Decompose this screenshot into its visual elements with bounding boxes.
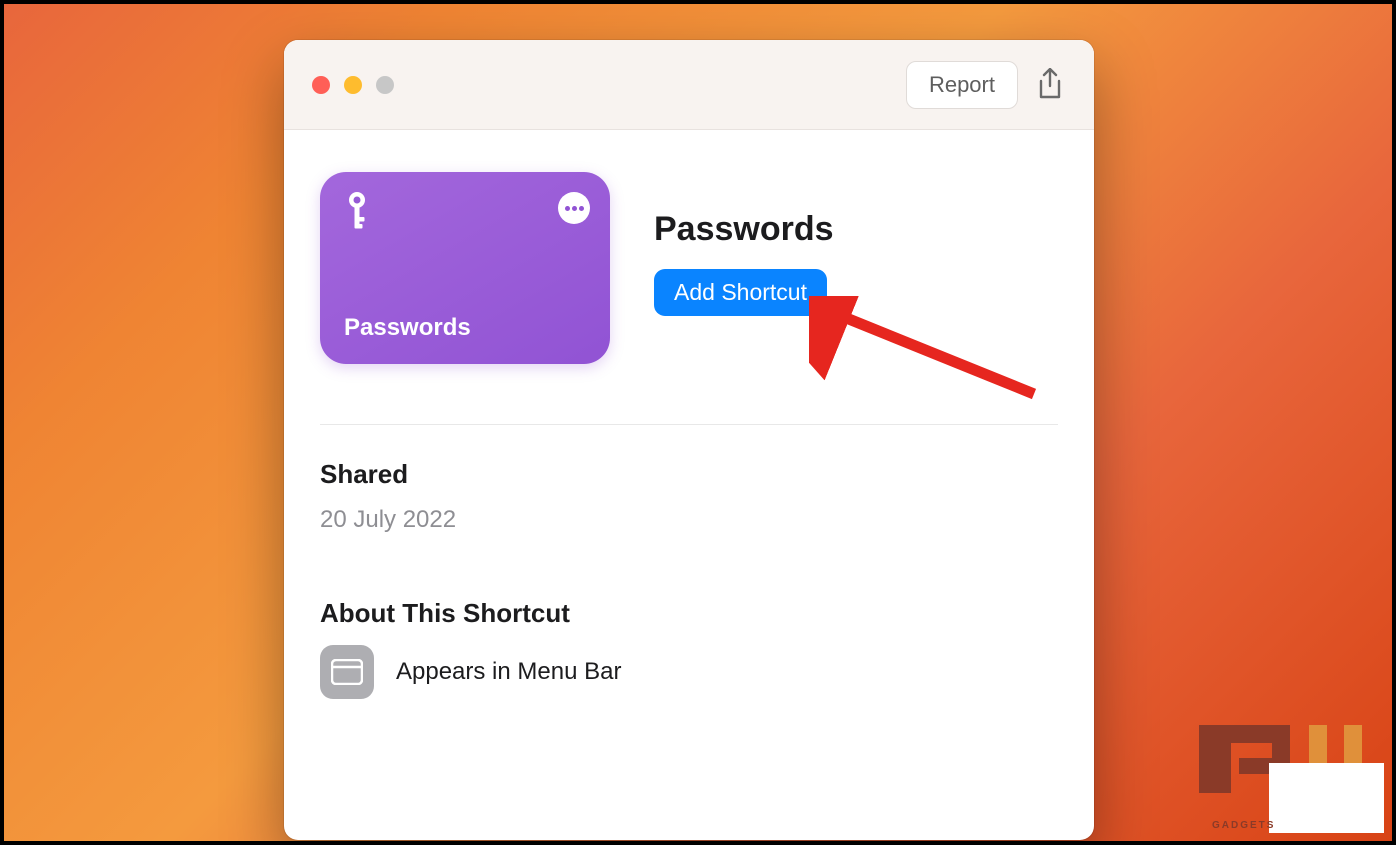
ellipsis-icon — [565, 206, 584, 211]
add-shortcut-button[interactable]: Add Shortcut — [654, 269, 827, 316]
menubar-icon — [320, 645, 374, 699]
about-heading: About This Shortcut — [320, 598, 1058, 629]
minimize-button[interactable] — [344, 76, 362, 94]
card-more-button[interactable] — [558, 192, 590, 224]
shortcut-hero: Passwords Passwords Add Shortcut — [320, 172, 1058, 425]
watermark-brand: GADGETS — [1212, 820, 1275, 831]
shortcut-info: Passwords Add Shortcut — [654, 172, 834, 316]
shortcut-detail-window: Report — [284, 40, 1094, 840]
share-icon — [1036, 68, 1064, 100]
shortcut-title: Passwords — [654, 210, 834, 249]
share-button[interactable] — [1036, 68, 1066, 102]
report-button[interactable]: Report — [906, 61, 1018, 109]
window-content: Passwords Passwords Add Shortcut Shared … — [284, 130, 1094, 771]
key-icon — [342, 190, 372, 237]
shared-section: Shared 20 July 2022 — [320, 425, 1058, 564]
desktop-background: Report — [4, 4, 1392, 841]
traffic-lights — [312, 76, 394, 94]
card-title: Passwords — [344, 314, 471, 342]
about-feature-label: Appears in Menu Bar — [396, 658, 621, 686]
maximize-button[interactable] — [376, 76, 394, 94]
shared-date: 20 July 2022 — [320, 506, 1058, 534]
shortcut-card[interactable]: Passwords — [320, 172, 610, 364]
about-feature-row: Appears in Menu Bar — [320, 645, 1058, 699]
about-section: About This Shortcut Appears in Menu Bar — [320, 564, 1058, 729]
shared-heading: Shared — [320, 459, 1058, 490]
close-button[interactable] — [312, 76, 330, 94]
window-titlebar: Report — [284, 40, 1094, 130]
titlebar-toolbar: Report — [906, 61, 1066, 109]
watermark: GADGETS — [1194, 713, 1384, 833]
